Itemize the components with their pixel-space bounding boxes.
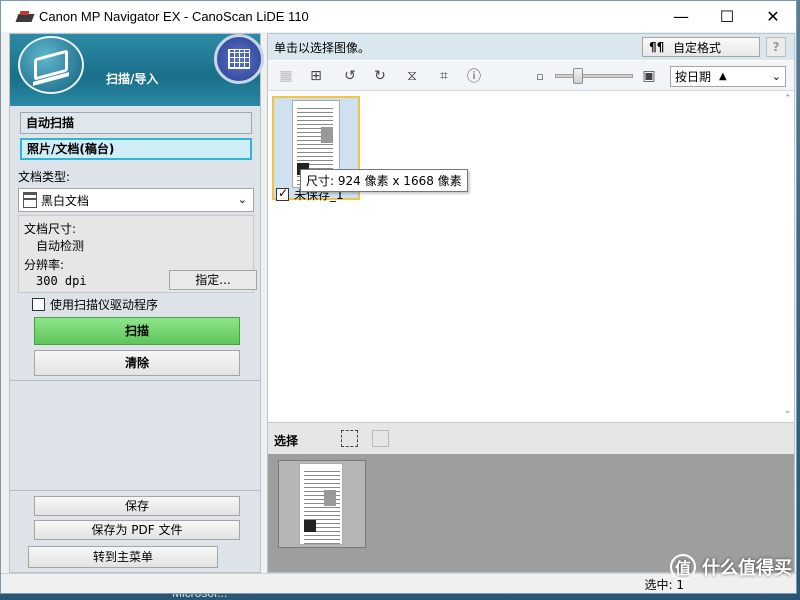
- zoom-out-icon[interactable]: ▫: [530, 67, 550, 85]
- doc-size-label: 文档尺寸:: [24, 222, 77, 236]
- photo-doc-mode-button[interactable]: 照片/文档(稿台): [20, 138, 252, 160]
- mirror-icon[interactable]: ⧖: [402, 67, 422, 85]
- image-browser-panel: 单击以选择图像。 ¶¶ 自定格式 ? ▦ ⊞ ↺ ↻ ⧖ ⌗ ⓘ ▫ ▣ 按日期…: [267, 33, 795, 573]
- preview-image-block: [324, 490, 336, 506]
- chevron-down-icon: ⌄: [237, 193, 247, 206]
- tools-icon: ¶¶: [649, 40, 665, 54]
- selection-bar: 选择: [268, 422, 794, 454]
- selection-label: 选择: [274, 434, 299, 448]
- save-pdf-button[interactable]: 保存为 PDF 文件: [34, 520, 240, 540]
- hint-text: 单击以选择图像。: [274, 40, 371, 55]
- select-frame-icon[interactable]: [341, 430, 358, 447]
- document-icon: [23, 192, 37, 208]
- sort-select[interactable]: 按日期 ▲ ⌄: [670, 66, 786, 87]
- doc-type-label: 文档类型:: [18, 170, 71, 184]
- rotate-left-icon[interactable]: ↺: [340, 67, 360, 85]
- scan-button[interactable]: 扫描: [34, 317, 240, 345]
- preview-image-block: [321, 127, 333, 143]
- minimize-button[interactable]: —: [658, 1, 704, 32]
- size-tooltip: 尺寸: 924 像素 x 1668 像素: [300, 169, 468, 192]
- thumbnail-area: 未保存_1 尺寸: 924 像素 x 1668 像素 ⌃ ⌄: [268, 92, 794, 422]
- window-controls: — ☐ ✕: [658, 1, 796, 32]
- divider: [10, 490, 260, 491]
- zoom-in-icon[interactable]: ▣: [639, 67, 659, 85]
- preview-qr-code: [304, 520, 316, 532]
- auto-scan-mode-button[interactable]: 自动扫描: [20, 112, 252, 134]
- use-driver-option[interactable]: 使用扫描仪驱动程序: [32, 296, 158, 313]
- selected-thumbnail[interactable]: [278, 460, 366, 548]
- rotate-right-icon[interactable]: ↻: [370, 67, 390, 85]
- scanner-app-icon: [17, 10, 33, 23]
- custom-format-label: 自定格式: [673, 40, 722, 55]
- site-watermark: 值 什么值得买: [670, 554, 792, 580]
- clear-button[interactable]: 清除: [34, 350, 240, 376]
- sort-ascending-icon: ▲: [719, 71, 727, 82]
- doc-type-value: 黑白文档: [41, 193, 90, 208]
- zoom-slider-thumb[interactable]: [573, 68, 583, 84]
- title-bar: Canon MP Navigator EX - CanoScan LiDE 11…: [1, 1, 796, 32]
- scan-settings-panel: 扫描/导入 自动扫描 照片/文档(稿台) 文档类型: 黑白文档 ⌄ 文档尺寸: …: [9, 33, 264, 573]
- help-button[interactable]: ?: [766, 37, 786, 57]
- specify-button[interactable]: 指定...: [169, 270, 257, 290]
- scan-info-box: 文档尺寸: 自动检测 分辨率: 300 dpi 指定...: [18, 215, 257, 293]
- crop-icon[interactable]: ⌗: [434, 67, 454, 85]
- sort-value: 按日期: [675, 70, 712, 84]
- custom-format-button[interactable]: ¶¶ 自定格式: [642, 37, 760, 57]
- panel-title: 扫描/导入: [106, 72, 159, 86]
- scanner-icon: [18, 36, 84, 94]
- maximize-button[interactable]: ☐: [704, 1, 750, 32]
- deselect-all-icon[interactable]: ⊞: [306, 67, 326, 85]
- image-info-icon[interactable]: ⓘ: [464, 67, 484, 85]
- watermark-logo-icon: 值: [670, 554, 696, 580]
- app-window: Canon MP Navigator EX - CanoScan LiDE 11…: [0, 0, 797, 594]
- use-driver-label: 使用扫描仪驱动程序: [50, 298, 159, 312]
- panel-header: 扫描/导入: [10, 34, 264, 106]
- document-preview: [299, 463, 343, 545]
- window-title: Canon MP Navigator EX - CanoScan LiDE 11…: [39, 9, 309, 24]
- save-button[interactable]: 保存: [34, 496, 240, 516]
- view-grid-icon[interactable]: [214, 34, 264, 84]
- scroll-up-icon[interactable]: ⌃: [784, 94, 792, 104]
- close-button[interactable]: ✕: [750, 1, 796, 32]
- chevron-down-icon: ⌄: [771, 70, 781, 83]
- doc-size-value: 自动检测: [36, 239, 85, 253]
- resolution-value: 300 dpi: [36, 274, 87, 288]
- doc-type-select[interactable]: 黑白文档 ⌄: [18, 188, 254, 212]
- watermark-text: 什么值得买: [702, 558, 792, 579]
- resolution-label: 分辨率:: [24, 258, 65, 272]
- clear-selection-icon[interactable]: [372, 430, 389, 447]
- zoom-slider-track[interactable]: [555, 74, 633, 78]
- divider: [10, 380, 260, 381]
- select-all-icon[interactable]: ▦: [276, 67, 296, 85]
- main-menu-button[interactable]: 转到主菜单: [28, 546, 218, 568]
- image-toolbar: ▦ ⊞ ↺ ↻ ⧖ ⌗ ⓘ ▫ ▣ 按日期 ▲ ⌄: [268, 61, 794, 91]
- scroll-down-icon[interactable]: ⌄: [784, 406, 792, 416]
- thumbnail-checkbox[interactable]: [276, 186, 289, 201]
- hint-bar: 单击以选择图像。 ¶¶ 自定格式 ?: [268, 34, 794, 60]
- use-driver-checkbox[interactable]: [32, 298, 45, 311]
